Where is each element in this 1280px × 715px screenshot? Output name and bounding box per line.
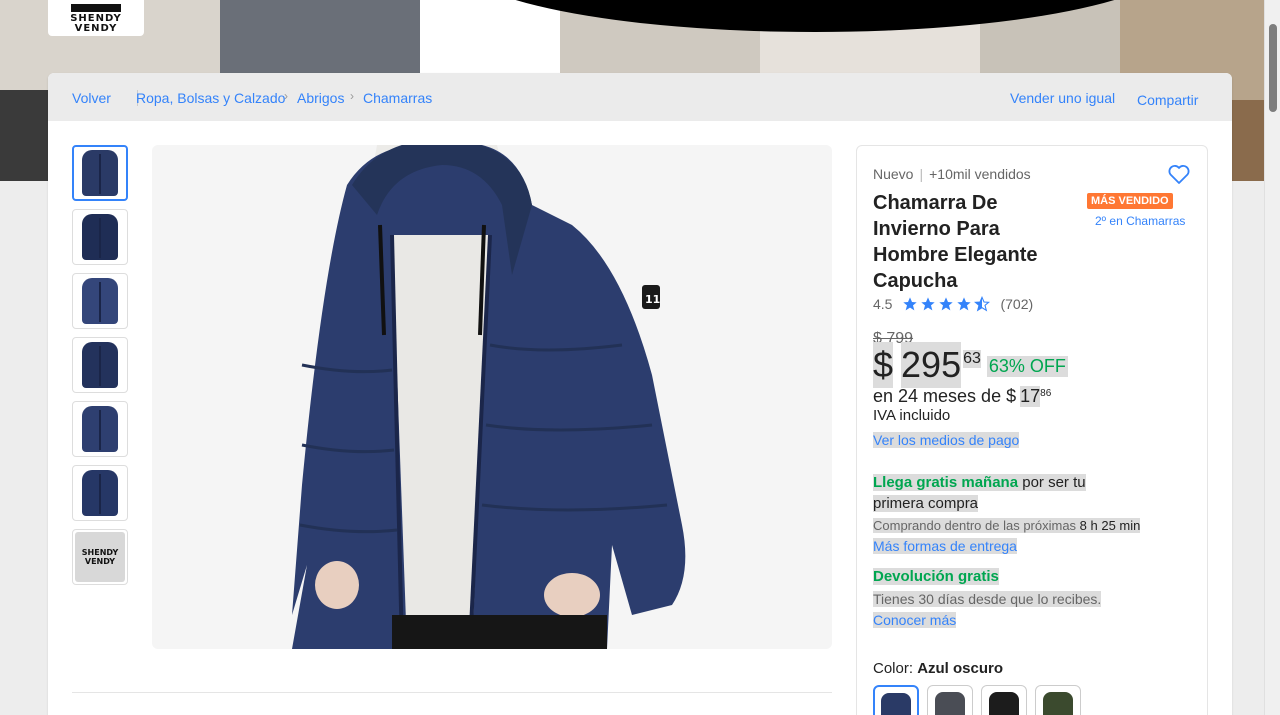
- sell-similar-link[interactable]: Vender uno igual: [1010, 90, 1115, 106]
- color-swatches: [873, 685, 1081, 715]
- breadcrumb-item-current[interactable]: Chamarras: [363, 90, 432, 106]
- price-cents: 63: [963, 350, 981, 368]
- current-price: $ 295 63 63% OFF: [873, 342, 1068, 388]
- logo-text-2: VENDY: [74, 23, 118, 34]
- subtitle-divider: |: [919, 166, 924, 182]
- shipping-time-prefix: Comprando dentro de las próximas: [873, 518, 1080, 533]
- color-swatch-black[interactable]: [981, 685, 1027, 715]
- price-currency: $: [873, 342, 894, 388]
- color-swatch-green[interactable]: [1035, 685, 1081, 715]
- discount-label: 63% OFF: [986, 356, 1068, 377]
- heart-icon[interactable]: [1167, 162, 1193, 188]
- thumbnail-7[interactable]: SHENDY VENDY: [72, 529, 128, 585]
- payment-methods-link[interactable]: Ver los medios de pago: [873, 432, 1020, 448]
- svg-text:11: 11: [645, 293, 660, 306]
- banner-photo: [1232, 100, 1264, 181]
- scrollbar-thumb[interactable]: [1269, 24, 1277, 112]
- thumbnail-image: [82, 150, 118, 196]
- chevron-right-icon: ›: [350, 89, 354, 103]
- product-title: Chamarra De Invierno Para Hombre Elegant…: [873, 192, 1038, 292]
- share-link[interactable]: Compartir: [1137, 92, 1198, 108]
- return-policy-text: Tienes 30 días desde que lo recibes.: [873, 591, 1102, 607]
- thumbnail-image: [82, 214, 118, 260]
- installment-amount: 17: [1020, 386, 1041, 407]
- best-seller-badge: MÁS VENDIDO: [1087, 193, 1173, 209]
- breadcrumb: Volver Ropa, Bolsas y Calzado › Abrigos …: [48, 73, 1232, 121]
- tax-note: IVA incluido: [873, 407, 951, 424]
- store-logo[interactable]: SHENDY VENDY: [48, 0, 144, 36]
- swatch-image: [935, 692, 965, 715]
- star-icon: [939, 297, 954, 311]
- thumbnail-image: [82, 470, 118, 516]
- star-icon: [957, 297, 972, 311]
- color-label-text: Color:: [873, 660, 918, 677]
- learn-more-link[interactable]: Conocer más: [873, 612, 957, 628]
- thumbnail-image: [82, 342, 118, 388]
- shipping-info: Llega gratis mañana por ser tu primera c…: [873, 472, 1095, 514]
- thumbnail-image: [82, 278, 118, 324]
- thumbnail-1[interactable]: [72, 145, 128, 201]
- breadcrumb-item-category[interactable]: Ropa, Bolsas y Calzado: [136, 90, 285, 106]
- color-swatch-navy[interactable]: [873, 685, 919, 715]
- thumbnail-4[interactable]: [72, 337, 128, 393]
- price-amount: 295: [901, 342, 962, 388]
- product-subtitle: Nuevo | +10mil vendidos: [873, 166, 1031, 182]
- swatch-image: [881, 693, 911, 715]
- swatch-image: [989, 692, 1019, 715]
- review-count: (702): [1000, 296, 1034, 312]
- thumbnail-3[interactable]: [72, 273, 128, 329]
- star-icon: [921, 297, 936, 311]
- page-scrollbar[interactable]: [1264, 0, 1280, 715]
- thumbnail-list: SHENDY VENDY: [72, 145, 128, 593]
- thumbnail-image: [82, 406, 118, 452]
- color-label: Color: Azul oscuro: [873, 660, 1003, 677]
- thumbnail-2[interactable]: [72, 209, 128, 265]
- jacket-illustration: 11: [292, 145, 686, 649]
- sold-count: +10mil vendidos: [929, 166, 1031, 182]
- thumbnail-5[interactable]: [72, 401, 128, 457]
- condition-label: Nuevo: [873, 166, 914, 182]
- section-divider: [72, 692, 832, 693]
- installment-cents: 86: [1040, 388, 1052, 399]
- installments-info: en 24 meses de $ 17 86: [873, 386, 1051, 407]
- banner-photo: [0, 90, 48, 181]
- product-card: Volver Ropa, Bolsas y Calzado › Abrigos …: [48, 73, 1232, 715]
- rating-value: 4.5: [873, 296, 893, 312]
- main-product-image[interactable]: 11: [152, 145, 832, 649]
- category-rank-link[interactable]: 2º en Chamarras: [1095, 214, 1185, 228]
- buy-box: Nuevo | +10mil vendidos Chamarra De Invier…: [856, 145, 1208, 715]
- thumbnail-6[interactable]: [72, 465, 128, 521]
- color-swatch-gray[interactable]: [927, 685, 973, 715]
- star-half-icon: [974, 296, 991, 312]
- selected-color: Azul oscuro: [917, 660, 1004, 677]
- shipping-highlight: Llega gratis mañana: [873, 474, 1019, 491]
- free-return-title: Devolución gratis: [873, 568, 999, 585]
- shipping-time-value: 8 h 25 min: [1079, 518, 1141, 533]
- star-icon: [903, 297, 918, 311]
- installments-text: en 24 meses de $: [873, 386, 1017, 406]
- thumbnail-logo: SHENDY VENDY: [75, 532, 125, 582]
- swatch-image: [1043, 692, 1073, 715]
- chevron-right-icon: ›: [284, 89, 288, 103]
- shipping-deadline: Comprando dentro de las próximas 8 h 25 …: [873, 518, 1141, 533]
- logo-mark: [71, 4, 121, 12]
- rating-summary[interactable]: 4.5 (702): [873, 296, 1033, 312]
- more-delivery-options-link[interactable]: Más formas de entrega: [873, 538, 1017, 554]
- back-link[interactable]: Volver: [72, 90, 111, 106]
- rating-stars: [902, 296, 991, 312]
- breadcrumb-item-subcategory[interactable]: Abrigos: [297, 90, 344, 106]
